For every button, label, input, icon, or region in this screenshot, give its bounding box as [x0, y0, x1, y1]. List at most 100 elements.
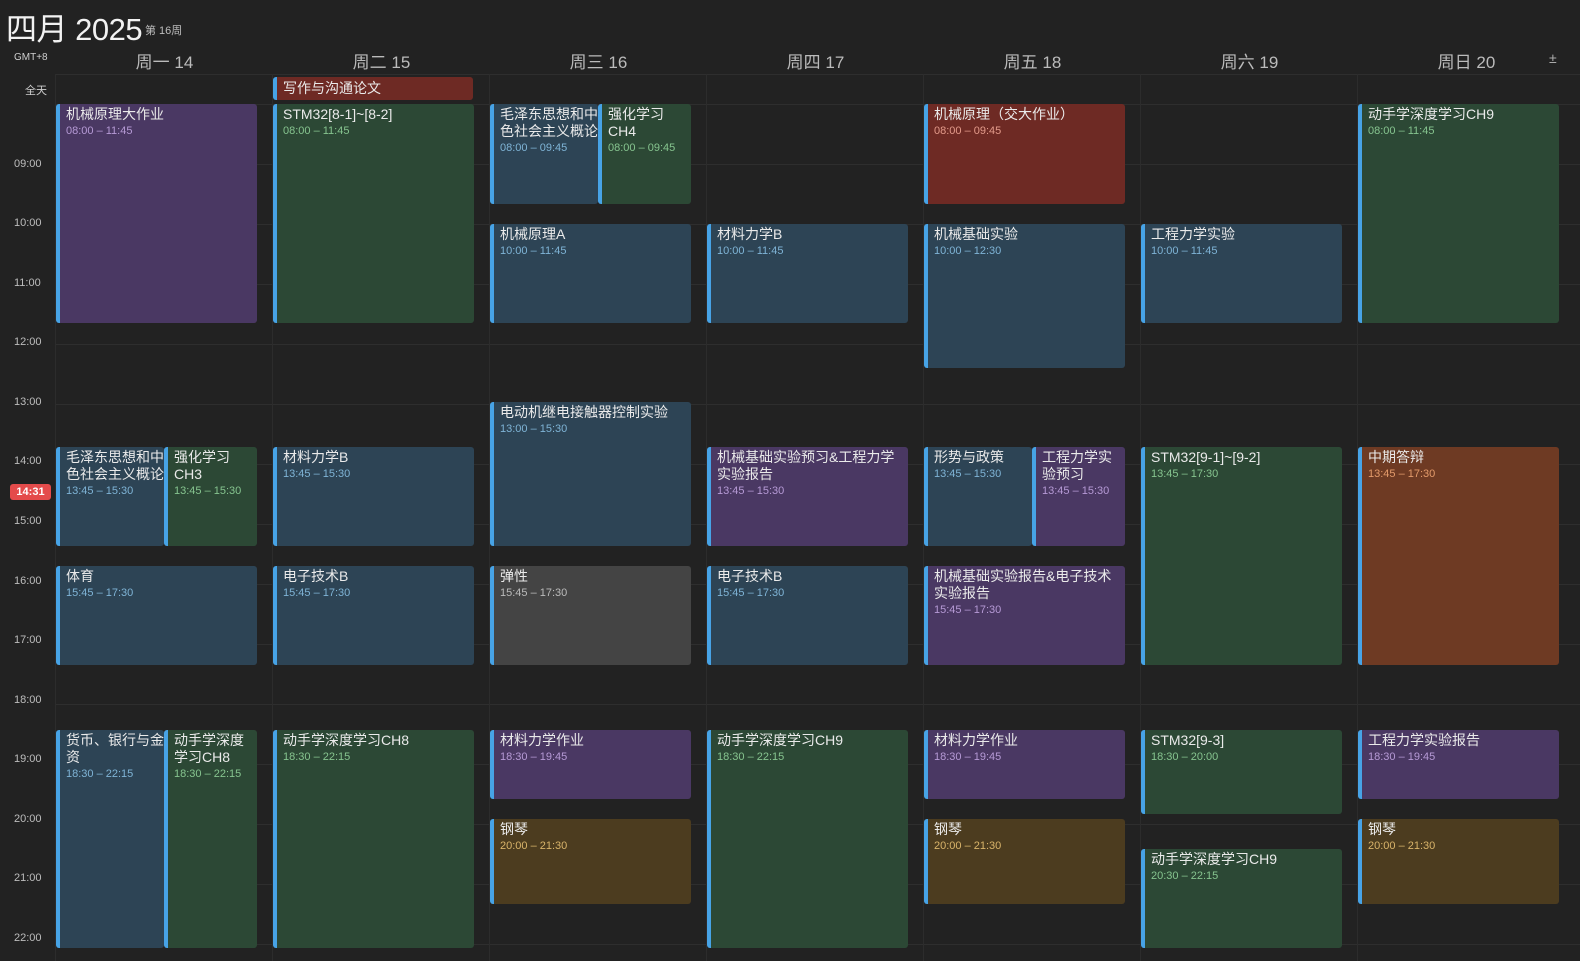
event[interactable]: 电子技术B 15:45 – 17:30: [273, 566, 474, 665]
hour-label: 22:00: [14, 932, 42, 944]
event-time: 15:45 – 17:30: [934, 604, 1002, 616]
event-time: 20:00 – 21:30: [934, 840, 1002, 852]
event[interactable]: 机械基础实验报告&电子技术实验报告 15:45 – 17:30: [924, 566, 1125, 665]
event[interactable]: 工程力学实验预习 13:45 – 15:30: [1032, 447, 1125, 546]
event-title: 动手学深度学习CH8: [283, 732, 410, 748]
event[interactable]: 机械基础实验预习&工程力学实验报告 13:45 – 15:30: [707, 447, 908, 546]
event[interactable]: 机械原理（交大作业） 08:00 – 09:45: [924, 104, 1125, 204]
event-time: 18:30 – 19:45: [500, 751, 568, 763]
event[interactable]: 毛泽东思想和中色社会主义概论 08:00 – 09:45: [490, 104, 598, 204]
day-header-sun[interactable]: 周日 20: [1358, 48, 1575, 72]
event[interactable]: 工程力学实验报告 18:30 – 19:45: [1358, 730, 1559, 799]
event-title: STM32[8-1]~[8-2]: [283, 106, 393, 122]
current-time-badge: 14:31: [10, 484, 51, 500]
hour-label: 14:00: [14, 455, 42, 467]
event-time: 08:00 – 11:45: [283, 125, 350, 137]
event-time: 18:30 – 22:15: [174, 768, 242, 780]
event[interactable]: 机械原理大作业 08:00 – 11:45: [56, 104, 257, 323]
event-title: 毛泽东思想和中色社会主义概论: [66, 449, 164, 482]
event[interactable]: 电动机继电接触器控制实验 13:00 – 15:30: [490, 402, 691, 546]
day-header-tue[interactable]: 周二 15: [273, 48, 490, 72]
event-time: 20:00 – 21:30: [1368, 840, 1436, 852]
event[interactable]: 材料力学B 13:45 – 15:30: [273, 447, 474, 546]
event[interactable]: 动手学深度学习CH9 20:30 – 22:15: [1141, 849, 1342, 948]
event-time: 13:45 – 15:30: [174, 485, 242, 497]
event[interactable]: 弹性 15:45 – 17:30: [490, 566, 691, 665]
event-title: 弹性: [500, 568, 528, 584]
event-title: STM32[9-1]~[9-2]: [1151, 449, 1261, 465]
event-title: 形势与政策: [934, 449, 1004, 465]
event-time: 08:00 – 09:45: [500, 142, 568, 154]
event[interactable]: 强化学习CH4 08:00 – 09:45: [598, 104, 691, 204]
event[interactable]: STM32[9-3] 18:30 – 20:00: [1141, 730, 1342, 814]
event-title: 中期答辩: [1368, 449, 1424, 465]
event-time: 18:30 – 19:45: [1368, 751, 1436, 763]
event[interactable]: 强化学习CH3 13:45 – 15:30: [164, 447, 257, 546]
event[interactable]: 钢琴 20:00 – 21:30: [924, 819, 1125, 904]
event-title: STM32[9-3]: [1151, 732, 1225, 748]
day-header-sat[interactable]: 周六 19: [1141, 48, 1358, 72]
event-title: 工程力学实验: [1151, 226, 1235, 242]
hour-label: 15:00: [14, 515, 42, 527]
hour-label: 18:00: [14, 694, 42, 706]
event[interactable]: 材料力学B 10:00 – 11:45: [707, 224, 908, 323]
event-title: 材料力学B: [717, 226, 783, 242]
event[interactable]: STM32[9-1]~[9-2] 13:45 – 17:30: [1141, 447, 1342, 665]
event-title: 机械基础实验: [934, 226, 1018, 242]
timezone-label: GMT+8: [14, 52, 48, 63]
event[interactable]: STM32[8-1]~[8-2] 08:00 – 11:45: [273, 104, 474, 323]
event-time: 15:45 – 17:30: [66, 587, 134, 599]
event-title: 机械原理（交大作业）: [934, 106, 1074, 122]
event-time: 08:00 – 09:45: [934, 125, 1002, 137]
event-time: 08:00 – 11:45: [66, 125, 133, 137]
event-title: 钢琴: [934, 821, 962, 837]
all-day-event[interactable]: 写作与沟通论文: [273, 77, 473, 100]
event[interactable]: 动手学深度学习CH9 18:30 – 22:15: [707, 730, 908, 948]
event[interactable]: 动手学深度学习CH8 18:30 – 22:15: [273, 730, 474, 948]
event[interactable]: 钢琴 20:00 – 21:30: [1358, 819, 1559, 904]
event-title: 工程力学实验报告: [1368, 732, 1480, 748]
event[interactable]: 电子技术B 15:45 – 17:30: [707, 566, 908, 665]
event[interactable]: 中期答辩 13:45 – 17:30: [1358, 447, 1559, 665]
day-header-wed[interactable]: 周三 16: [490, 48, 707, 72]
day-header-mon[interactable]: 周一 14: [56, 48, 273, 72]
event-title: 强化学习CH4: [608, 106, 664, 139]
hour-label: 20:00: [14, 813, 42, 825]
event-time: 13:45 – 17:30: [1368, 468, 1436, 480]
event[interactable]: 货币、银行与金资 18:30 – 22:15: [56, 730, 164, 948]
calendar-header: 四月 2025 第 16周: [0, 0, 1580, 49]
event[interactable]: 机械基础实验 10:00 – 12:30: [924, 224, 1125, 368]
event[interactable]: 材料力学作业 18:30 – 19:45: [490, 730, 691, 799]
day-header-fri[interactable]: 周五 18: [924, 48, 1141, 72]
event[interactable]: 钢琴 20:00 – 21:30: [490, 819, 691, 904]
event-title: 电子技术B: [717, 568, 783, 584]
event-title: 强化学习CH3: [174, 449, 230, 482]
event-title: 动手学深度学习CH9: [717, 732, 844, 748]
event-title: 材料力学作业: [934, 732, 1018, 748]
event-title: 机械基础实验预习&工程力学实验报告: [717, 449, 895, 482]
hour-label: 13:00: [14, 396, 42, 408]
event-time: 13:00 – 15:30: [500, 423, 568, 435]
event[interactable]: 机械原理A 10:00 – 11:45: [490, 224, 691, 323]
event[interactable]: 动手学深度学习CH9 08:00 – 11:45: [1358, 104, 1559, 323]
event[interactable]: 毛泽东思想和中色社会主义概论 13:45 – 15:30: [56, 447, 164, 546]
month-title[interactable]: 四月 2025: [6, 4, 143, 49]
event-time: 20:00 – 21:30: [500, 840, 568, 852]
event[interactable]: 工程力学实验 10:00 – 11:45: [1141, 224, 1342, 323]
event[interactable]: 体育 15:45 – 17:30: [56, 566, 257, 665]
event-title: 机械基础实验报告&电子技术实验报告: [934, 568, 1112, 601]
event-title: 体育: [66, 568, 94, 584]
event-time: 18:30 – 22:15: [283, 751, 351, 763]
hour-label: 21:00: [14, 872, 42, 884]
day-header-thu[interactable]: 周四 17: [707, 48, 924, 72]
event-time: 13:45 – 15:30: [934, 468, 1002, 480]
event-title: 动手学深度学习CH9: [1151, 851, 1278, 867]
event-time: 10:00 – 12:30: [934, 245, 1002, 257]
week-number: 第 16周: [145, 25, 183, 37]
event[interactable]: 动手学深度学习CH8 18:30 – 22:15: [164, 730, 257, 948]
event-time: 08:00 – 09:45: [608, 142, 676, 154]
event[interactable]: 形势与政策 13:45 – 15:30: [924, 447, 1032, 546]
event[interactable]: 材料力学作业 18:30 – 19:45: [924, 730, 1125, 799]
event-time: 10:00 – 11:45: [717, 245, 784, 257]
month-label: 四月: [6, 12, 68, 47]
